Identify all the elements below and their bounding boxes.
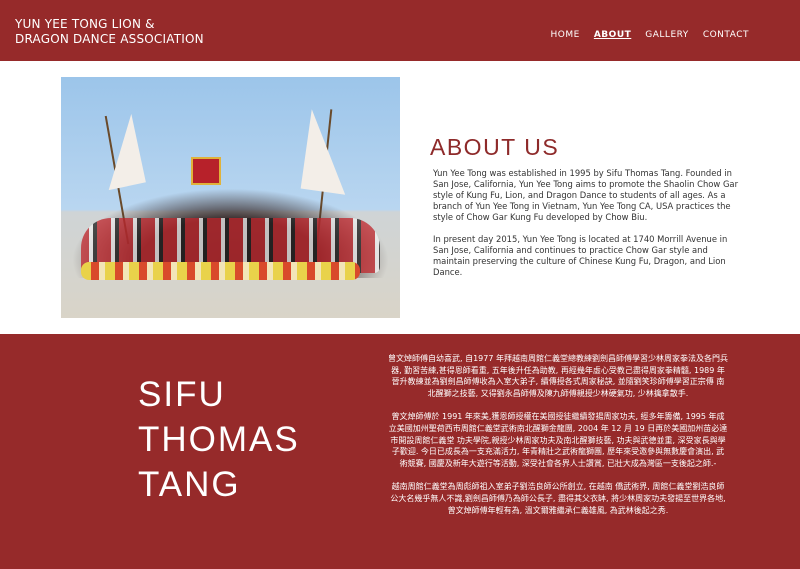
sifu-paragraph: 曾文焯師傅於 1991 年來美,獲恩師授權在美國授徒繼續發揚周家功夫, 經多年籌… [388,412,728,468]
sifu-paragraph: 越南周館仁義堂為周彪師祖入室弟子劉浩良師公所創立, 在越南 僑武術界, 周館仁義… [390,482,726,515]
nav-contact[interactable]: CONTACT [703,30,749,40]
red-banner [191,157,221,185]
about-paragraph: Yun Yee Tong was established in 1995 by … [433,168,739,222]
main-nav: HOME ABOUT GALLERY CONTACT [537,30,749,40]
about-title: ABOUT US [430,134,560,160]
sifu-name: SIFU THOMAS TANG [138,375,300,504]
about-body: Yun Yee Tong was established in 1995 by … [433,168,738,289]
site-brand[interactable]: YUN YEE TONG LION & DRAGON DANCE ASSOCIA… [15,17,205,47]
group-photo [61,77,400,318]
sifu-paragraph: 曾文焯師傅自幼喜武, 自1977 年拜越南周館仁義堂總教練劉劍昌師傅學習少林周家… [388,354,728,398]
sifu-bio: 曾文焯師傅自幼喜武, 自1977 年拜越南周館仁義堂總教練劉劍昌師傅學習少林周家… [388,353,728,528]
about-paragraph: In present day 2015, Yun Yee Tong is loc… [433,234,728,277]
nav-about[interactable]: ABOUT [594,30,631,40]
nav-home[interactable]: HOME [551,30,580,40]
site-header: YUN YEE TONG LION & DRAGON DANCE ASSOCIA… [0,0,800,61]
flag-right [300,109,357,195]
flag-left [94,113,146,191]
sifu-section: SIFU THOMAS TANG 曾文焯師傅自幼喜武, 自1977 年拜越南周館… [0,334,800,569]
nav-gallery[interactable]: GALLERY [645,30,689,40]
lion-heads [81,262,360,280]
